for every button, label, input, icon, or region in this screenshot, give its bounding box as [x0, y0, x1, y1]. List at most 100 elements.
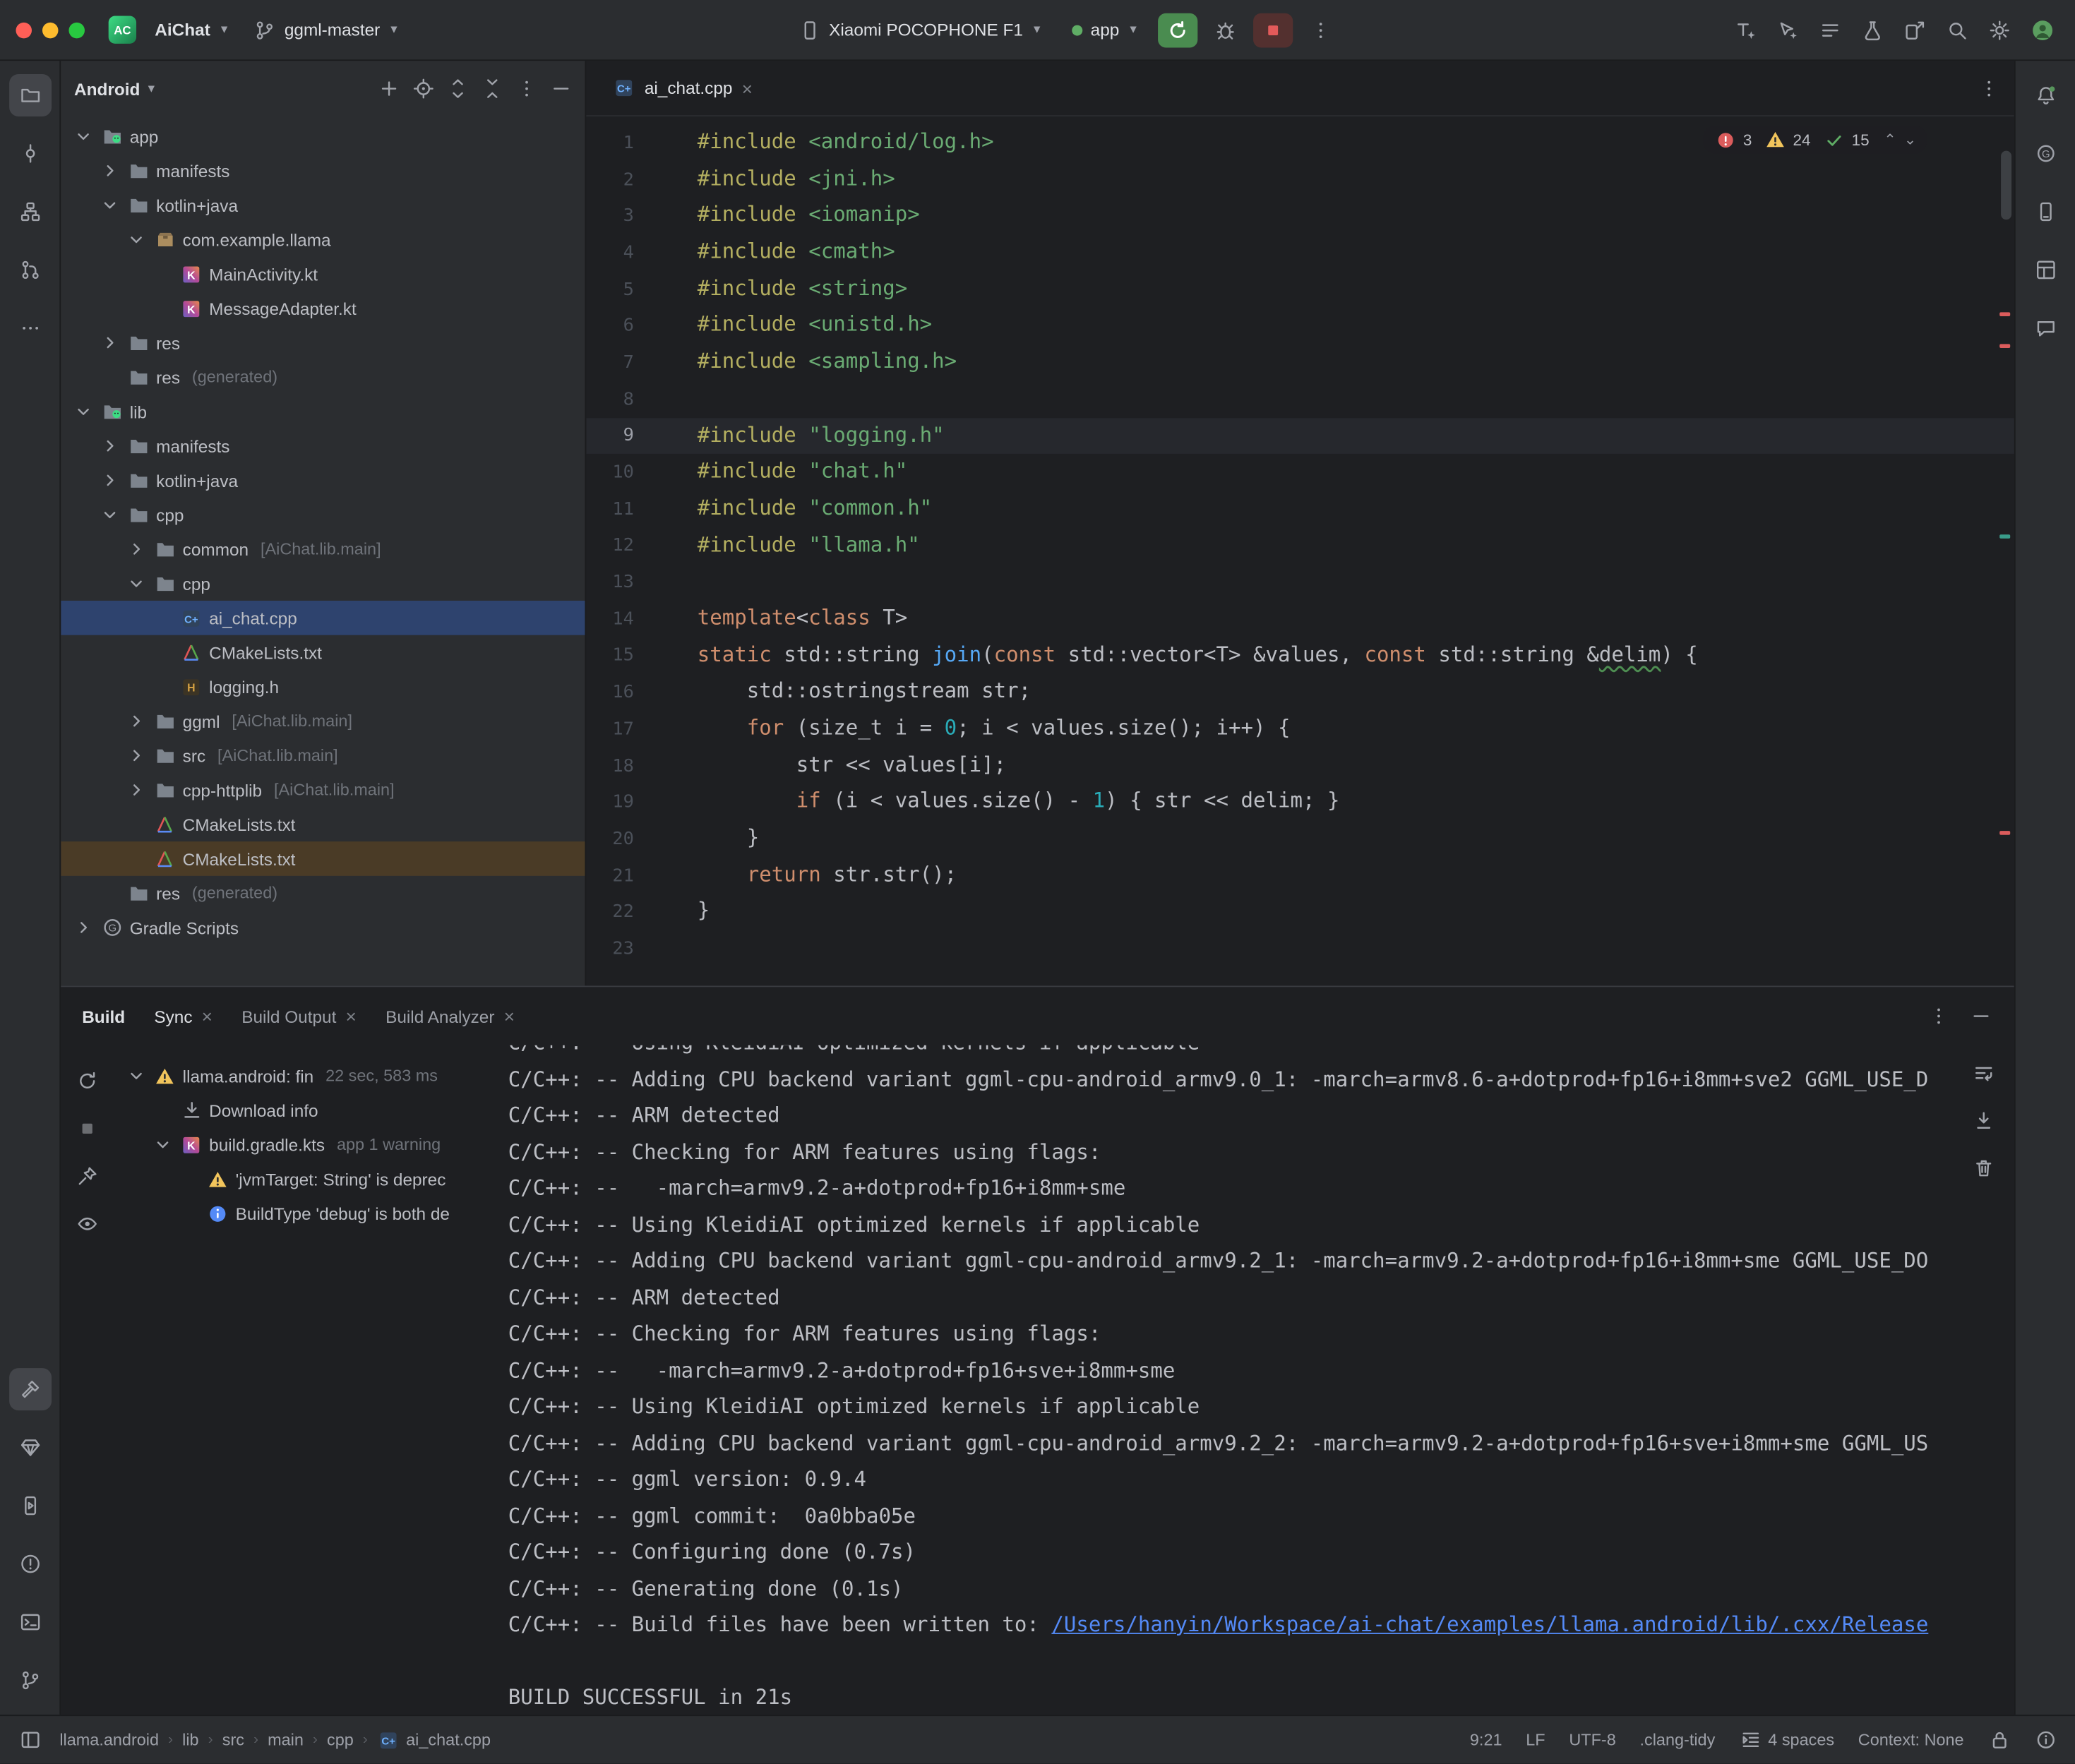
soft-wrap-button[interactable]	[1966, 1056, 2001, 1091]
build-tree-item[interactable]: 'jvmTarget: String' is deprec	[114, 1162, 500, 1196]
project-tree-item[interactable]: GGradle Scripts	[61, 911, 585, 945]
error-stripe-mark[interactable]	[1999, 312, 2010, 316]
project-toolwindow-button[interactable]	[8, 74, 51, 116]
code-line[interactable]: 7#include <sampling.h>	[586, 344, 2014, 381]
code-line[interactable]: 11#include "common.h"	[586, 491, 2014, 527]
project-tree-item[interactable]: KMainActivity.kt	[61, 257, 585, 292]
project-tree-item[interactable]: cpp	[61, 498, 585, 532]
code-line[interactable]: 6#include <unistd.h>	[586, 308, 2014, 344]
locate-button[interactable]	[407, 73, 439, 104]
code-line[interactable]: 3#include <iomanip>	[586, 198, 2014, 234]
eye-button[interactable]	[70, 1206, 104, 1241]
context-widget[interactable]: Context: None	[1858, 1731, 1964, 1749]
build-console[interactable]: C/C++: -- Using KleidiAI optimized kerne…	[501, 1045, 2014, 1715]
plus-button[interactable]	[373, 73, 405, 104]
close-tab-icon[interactable]: ×	[504, 1007, 515, 1025]
project-tree-item[interactable]: C+ai_chat.cpp	[61, 601, 585, 635]
breadcrumb-item[interactable]: llama.android	[59, 1731, 159, 1749]
assistant-toolwindow-button[interactable]	[2024, 307, 2067, 349]
code-line[interactable]: 13	[586, 564, 2014, 601]
breadcrumb-item[interactable]: cpp	[327, 1731, 354, 1749]
project-view-selector[interactable]: Android ▾	[74, 79, 155, 99]
breadcrumb-item[interactable]: main	[268, 1731, 304, 1749]
project-tree-item[interactable]: kotlin+java	[61, 188, 585, 222]
task-list-button[interactable]	[1813, 13, 1848, 47]
notifications-status-icon[interactable]	[2034, 1729, 2057, 1751]
inspections-widget[interactable]: 3 24 15 ⌃ ⌄	[1704, 126, 1927, 153]
project-tree-item[interactable]: Hlogging.h	[61, 669, 585, 704]
structure-toolwindow-button[interactable]	[8, 191, 51, 233]
kebab-button[interactable]	[511, 73, 543, 104]
build-tab-build-output[interactable]: Build Output×	[241, 1006, 357, 1026]
error-stripe-mark[interactable]	[1999, 344, 2010, 348]
stop-app-button[interactable]	[1253, 13, 1293, 47]
lock-icon[interactable]	[1987, 1729, 2010, 1751]
code-line[interactable]: 10#include "chat.h"	[586, 454, 2014, 491]
error-stripe-mark[interactable]	[1999, 831, 2010, 835]
more-toolwindow-button[interactable]	[8, 307, 51, 349]
project-tree-item[interactable]: com.example.llama	[61, 222, 585, 257]
code-line[interactable]: 12#include "llama.h"	[586, 527, 2014, 564]
ai-assistant-button[interactable]	[1728, 13, 1763, 47]
project-tree-item[interactable]: cpp-httplib[AiChat.lib.main]	[61, 773, 585, 808]
project-tree-item[interactable]: KMessageAdapter.kt	[61, 291, 585, 325]
device-selector[interactable]: Xiaomi POCOPHONE F1 ▾	[788, 13, 1051, 47]
code-line[interactable]: 21 return str.str();	[586, 857, 2014, 894]
code-line[interactable]: 20 }	[586, 820, 2014, 857]
project-tree-item[interactable]: CMakeLists.txt	[61, 807, 585, 841]
pin-button[interactable]	[70, 1159, 104, 1194]
problems-toolwindow-button[interactable]	[8, 1543, 51, 1585]
build-tree-item[interactable]: llama.android: fin22 sec, 583 ms	[114, 1059, 500, 1093]
project-tree-item[interactable]: manifests	[61, 153, 585, 188]
code-review-button[interactable]	[1771, 13, 1805, 47]
settings-button[interactable]	[1983, 13, 2017, 47]
project-tree-item[interactable]: res(generated)	[61, 876, 585, 911]
breadcrumb-item[interactable]: lib	[182, 1731, 198, 1749]
layout-inspector-toolwindow-button[interactable]	[2024, 248, 2067, 291]
build-tab-sync[interactable]: Sync×	[154, 1006, 213, 1026]
stop-small-button[interactable]	[70, 1111, 104, 1146]
scroll-end-button[interactable]	[1966, 1103, 2001, 1138]
code-line[interactable]: 9#include "logging.h"	[586, 417, 2014, 454]
close-tab-icon[interactable]: ×	[345, 1007, 356, 1025]
code-line[interactable]: 18 str << values[i];	[586, 747, 2014, 784]
toolwindow-toggle-icon[interactable]	[18, 1729, 41, 1751]
device-link-button[interactable]	[1898, 13, 1932, 47]
version-control-toolwindow-button[interactable]	[8, 1659, 51, 1701]
rerun-app-button[interactable]	[1158, 13, 1197, 47]
project-tree-item[interactable]: app	[61, 119, 585, 154]
code-line[interactable]: 16 std::ostringstream str;	[586, 674, 2014, 711]
packages-toolwindow-button[interactable]	[8, 1427, 51, 1469]
pull-requests-toolwindow-button[interactable]	[8, 248, 51, 291]
next-issue-icon[interactable]: ⌄	[1904, 131, 1916, 148]
error-stripe[interactable]	[1996, 116, 2014, 985]
experiments-button[interactable]	[1855, 13, 1890, 47]
encoding-widget[interactable]: UTF-8	[1569, 1731, 1615, 1749]
indent-widget[interactable]: 4 spaces	[1739, 1729, 1834, 1751]
build-tree-item[interactable]: Download info	[114, 1093, 500, 1127]
error-stripe-mark[interactable]	[1999, 534, 2010, 539]
prev-issue-icon[interactable]: ⌃	[1884, 131, 1896, 148]
caret-position-widget[interactable]: 9:21	[1470, 1731, 1502, 1749]
device-manager-toolwindow-button[interactable]	[2024, 191, 2067, 233]
project-tree-item[interactable]: kotlin+java	[61, 463, 585, 498]
code-line[interactable]: 19 if (i < values.size() - 1) { str << d…	[586, 784, 2014, 820]
search-button[interactable]	[1940, 13, 1975, 47]
code-line[interactable]: 5#include <string>	[586, 271, 2014, 308]
commit-toolwindow-button[interactable]	[8, 132, 51, 174]
project-tree-item[interactable]: common[AiChat.lib.main]	[61, 532, 585, 567]
project-tree-item[interactable]: cpp	[61, 566, 585, 601]
project-widget[interactable]: AiChat ▾	[144, 15, 238, 45]
rerun-sync-button[interactable]	[70, 1064, 104, 1098]
run-options-kebab[interactable]	[1303, 13, 1338, 47]
gradle-toolwindow-button[interactable]: G	[2024, 132, 2067, 174]
project-tree-item[interactable]: CMakeLists.txt	[61, 635, 585, 670]
vcs-branch-widget[interactable]: ggml-master ▾	[244, 13, 408, 47]
expand-all-button[interactable]	[442, 73, 474, 104]
code-line[interactable]: 14template<class T>	[586, 601, 2014, 637]
project-tree-item[interactable]: ggml[AiChat.lib.main]	[61, 704, 585, 738]
notifications-toolwindow-button[interactable]	[2024, 74, 2067, 116]
project-tree-item[interactable]: res	[61, 325, 585, 360]
line-separator-widget[interactable]: LF	[1526, 1731, 1545, 1749]
code-line[interactable]: 17 for (size_t i = 0; i < values.size();…	[586, 711, 2014, 748]
